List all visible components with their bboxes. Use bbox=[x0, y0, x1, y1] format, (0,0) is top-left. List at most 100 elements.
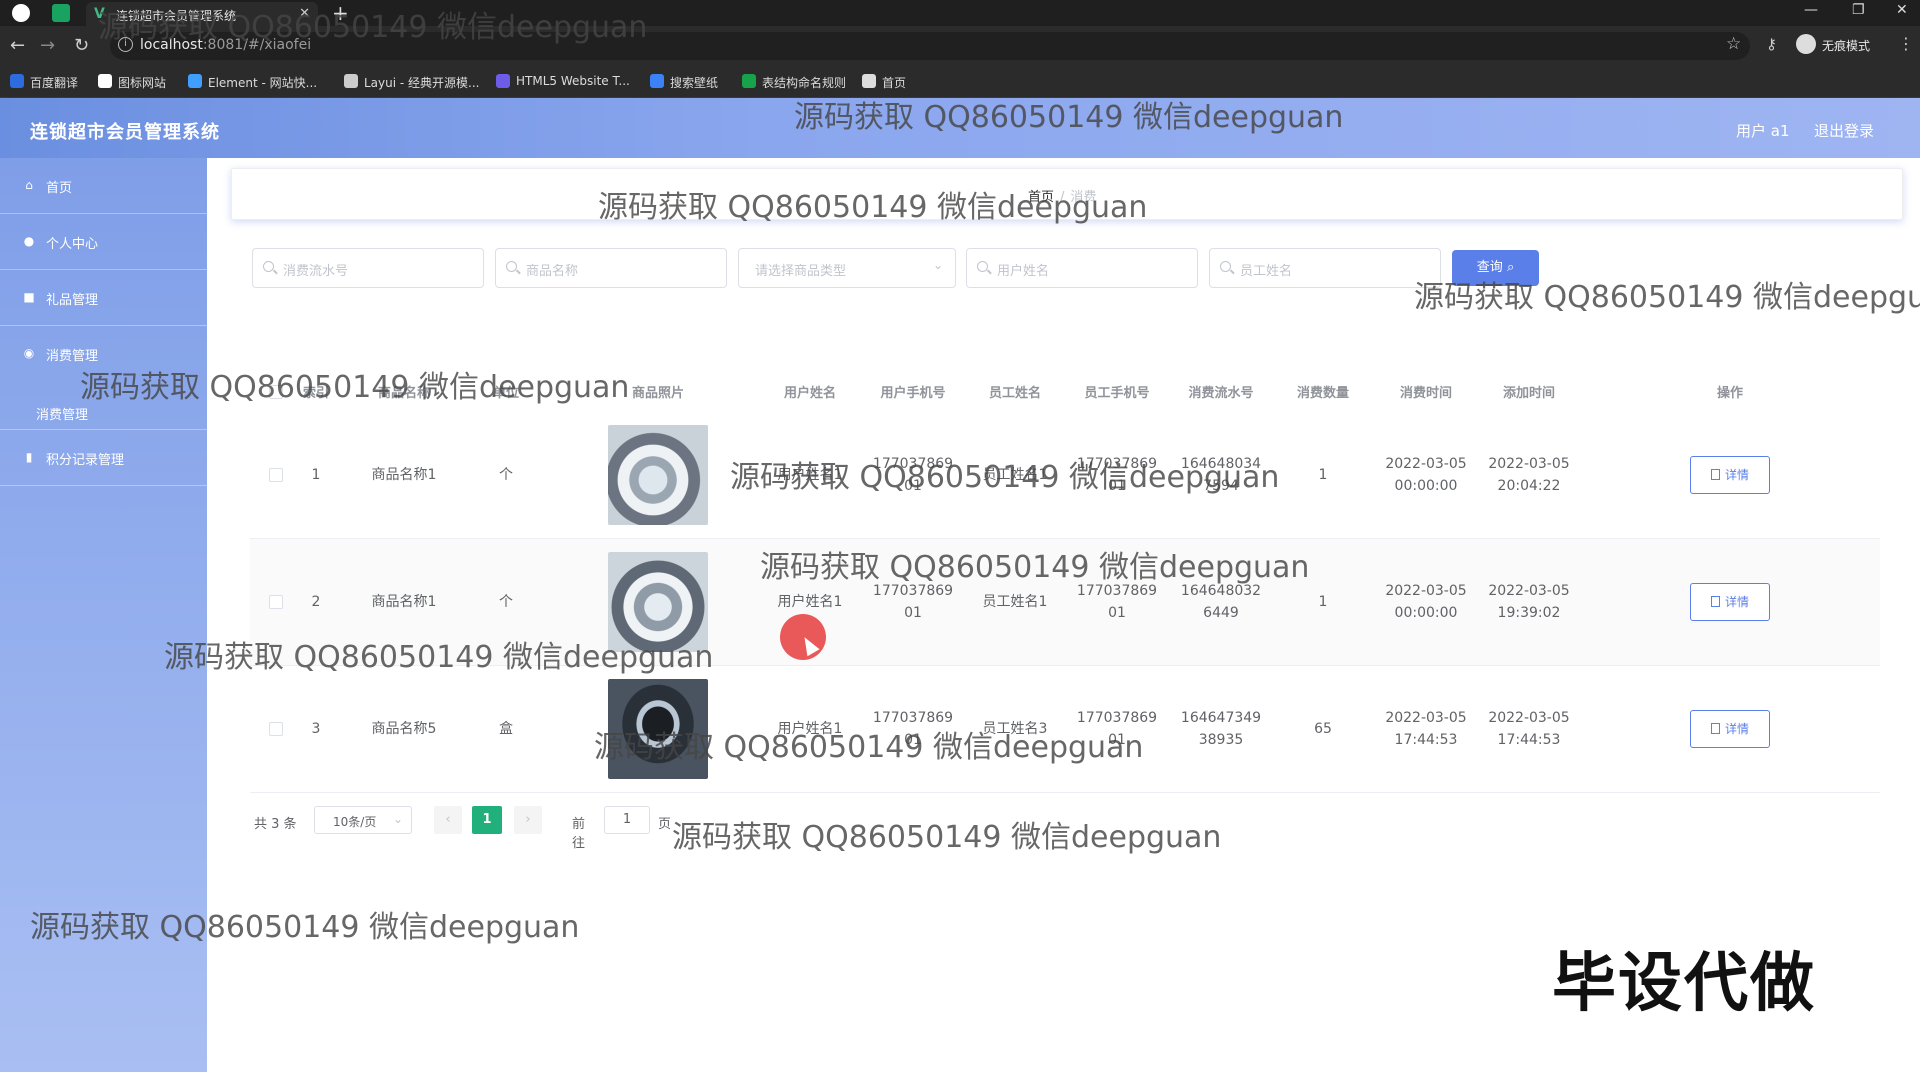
minimize-icon[interactable]: — bbox=[1804, 2, 1818, 18]
column-header: 员工手机号 bbox=[1084, 386, 1150, 401]
restore-icon[interactable]: ❐ bbox=[1852, 2, 1865, 18]
watermark-text: 源码获取 QQ86050149 微信deepguan bbox=[598, 190, 1148, 225]
bookmark-item[interactable]: HTML5 Website T... bbox=[496, 74, 630, 88]
watermark-text: 源码获取 QQ86050149 微信deepguan bbox=[730, 460, 1280, 495]
next-page-button[interactable]: › bbox=[514, 806, 542, 834]
back-icon[interactable]: ← bbox=[10, 35, 25, 56]
bookmark-favicon-icon bbox=[650, 74, 664, 88]
bookmark-item[interactable]: 表结构命名规则 bbox=[742, 74, 846, 91]
column-header: 用户姓名 bbox=[783, 386, 837, 401]
bookmark-item[interactable]: 图标网站 bbox=[98, 74, 166, 91]
goto-label: 前往 bbox=[572, 817, 586, 851]
bookmark-item[interactable]: 百度翻译 bbox=[10, 74, 78, 91]
placeholder-text: 员工姓名 bbox=[1240, 264, 1293, 279]
cell-added-time-line1: 2022-03-05 bbox=[1488, 456, 1570, 472]
close-window-icon[interactable]: ✕ bbox=[1896, 2, 1908, 18]
cell-index: 1 bbox=[311, 467, 321, 483]
cell-added-time-line2: 17:44:53 bbox=[1497, 732, 1561, 748]
cell-index: 2 bbox=[311, 594, 321, 610]
cell-staff-phone-line2: 01 bbox=[1108, 605, 1126, 621]
search-icon bbox=[1220, 261, 1231, 272]
cell-user-phone: 177037869 01 bbox=[873, 580, 953, 624]
pinned-tab-icon[interactable] bbox=[52, 4, 70, 22]
bookmark-label: Layui - 经典开源模... bbox=[364, 76, 480, 90]
column-header: 用户手机号 bbox=[880, 386, 946, 401]
bookmark-favicon-icon bbox=[862, 74, 876, 88]
sidebar-item-label: 礼品管理 bbox=[46, 293, 99, 308]
sidebar-item-label: 首页 bbox=[46, 181, 73, 196]
sidebar-subitem-label: 消费管理 bbox=[36, 408, 89, 423]
document-icon bbox=[1710, 469, 1720, 480]
cell-consume-time-line1: 2022-03-05 bbox=[1385, 583, 1467, 599]
bookmark-label: 搜索壁纸 bbox=[670, 76, 719, 90]
chart-icon: ▮ bbox=[25, 450, 33, 464]
placeholder-text: 请选择商品类型 bbox=[755, 264, 847, 279]
watermark-text: 源码获取 QQ86050149 微信deepguan bbox=[30, 910, 580, 945]
sidebar-item-label: 个人中心 bbox=[46, 237, 99, 252]
column-header: 添加时间 bbox=[1502, 386, 1556, 401]
column-header: 消费流水号 bbox=[1188, 386, 1254, 401]
logout-link[interactable]: 退出登录 bbox=[1814, 120, 1874, 141]
detail-button[interactable]: 详情 bbox=[1690, 583, 1770, 621]
row-checkbox[interactable] bbox=[269, 722, 283, 736]
cell-quantity-line1: 1 bbox=[1318, 594, 1328, 610]
prev-page-button[interactable]: ‹ bbox=[434, 806, 462, 834]
row-checkbox[interactable] bbox=[269, 468, 283, 482]
column-header: 操作 bbox=[1716, 386, 1744, 401]
current-user[interactable]: 用户 a1 bbox=[1736, 120, 1790, 141]
cell-added-time: 2022-03-05 20:04:22 bbox=[1488, 453, 1569, 497]
document-icon bbox=[1710, 723, 1720, 734]
bookmark-label: 图标网站 bbox=[118, 76, 167, 90]
bookmark-item[interactable]: 首页 bbox=[862, 74, 906, 91]
cell-unit: 个 bbox=[499, 594, 513, 610]
cell-consume-time-line1: 2022-03-05 bbox=[1385, 456, 1467, 472]
cell-serial-number-line2: 38935 bbox=[1198, 732, 1244, 748]
sidebar-item-gifts[interactable]: ■ 礼品管理 bbox=[0, 270, 207, 326]
cell-staff-name: 员工姓名1 bbox=[983, 591, 1048, 613]
placeholder-text: 消费流水号 bbox=[283, 264, 349, 279]
app-title: 连锁超市会员管理系统 bbox=[30, 122, 220, 143]
bookmark-star-icon[interactable]: ☆ bbox=[1726, 34, 1741, 54]
page-size-select[interactable]: 10条/页 ⌄ bbox=[314, 806, 412, 834]
cell-product-name: 商品名称1 bbox=[371, 594, 437, 610]
search-icon bbox=[977, 261, 988, 272]
watermark-text: 源码获取 QQ86050149 微信deepguan bbox=[80, 370, 630, 405]
sidebar-item-points[interactable]: ▮ 积分记录管理 bbox=[0, 430, 207, 486]
more-menu-icon[interactable]: ⋮ bbox=[1898, 34, 1914, 53]
bookmark-item[interactable]: 搜索壁纸 bbox=[650, 74, 718, 91]
cell-consume-time-line2: 00:00:00 bbox=[1394, 605, 1458, 621]
cell-user-phone-line2: 01 bbox=[904, 605, 922, 621]
column-header: 商品照片 bbox=[631, 386, 685, 401]
serial-search-input[interactable]: 消费流水号 bbox=[252, 248, 484, 288]
bookmark-label: Element - 网站快... bbox=[208, 76, 318, 90]
browser-menu-icon[interactable] bbox=[12, 4, 30, 22]
sidebar-item-home[interactable]: ⌂ 首页 bbox=[0, 158, 207, 214]
goto-page-input[interactable]: 1 bbox=[604, 806, 650, 834]
cell-product-name: 商品名称1 bbox=[371, 467, 437, 483]
detail-button[interactable]: 详情 bbox=[1690, 456, 1770, 494]
password-key-icon[interactable]: ⚷ bbox=[1766, 35, 1777, 53]
product-photo bbox=[608, 425, 708, 525]
incognito-label: 无痕模式 bbox=[1822, 39, 1871, 53]
cell-quantity-line1: 65 bbox=[1314, 721, 1332, 737]
product-search-input[interactable]: 商品名称 bbox=[495, 248, 727, 288]
row-checkbox[interactable] bbox=[269, 595, 283, 609]
cell-added-time-line2: 19:39:02 bbox=[1497, 605, 1561, 621]
cell-consume-time-line2: 17:44:53 bbox=[1394, 732, 1458, 748]
page-number-current[interactable]: 1 bbox=[472, 806, 502, 834]
watermark-text: 源码获取 QQ86050149 微信deepguan bbox=[98, 10, 648, 45]
user-name-search-input[interactable]: 用户姓名 bbox=[966, 248, 1198, 288]
document-icon bbox=[1710, 596, 1720, 607]
reload-icon[interactable]: ↻ bbox=[74, 35, 89, 56]
forward-icon[interactable]: → bbox=[40, 35, 55, 56]
staff-name-search-input[interactable]: 员工姓名 bbox=[1209, 248, 1441, 288]
bookmark-favicon-icon bbox=[344, 74, 358, 88]
product-type-select[interactable]: 请选择商品类型 ⌄ bbox=[738, 248, 956, 288]
bookmark-item[interactable]: Element - 网站快... bbox=[188, 74, 317, 91]
detail-button[interactable]: 详情 bbox=[1690, 710, 1770, 748]
bookmark-label: 表结构命名规则 bbox=[762, 76, 847, 90]
incognito-indicator[interactable]: 无痕模式 bbox=[1796, 34, 1871, 54]
bookmark-item[interactable]: Layui - 经典开源模... bbox=[344, 74, 479, 91]
sidebar-item-profile[interactable]: ● 个人中心 bbox=[0, 214, 207, 270]
bookmark-favicon-icon bbox=[98, 74, 112, 88]
